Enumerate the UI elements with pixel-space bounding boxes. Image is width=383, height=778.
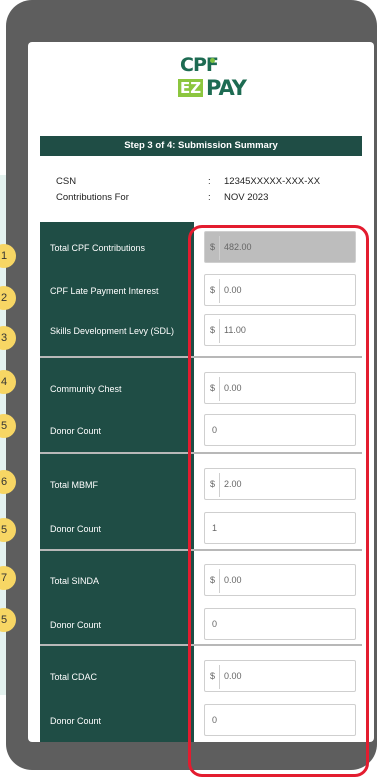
csn-colon: : (208, 176, 211, 187)
logo-dot-icon (210, 58, 215, 63)
logo-pay-text: PAY (206, 76, 247, 100)
contributions-for-label: Contributions For (56, 192, 129, 203)
cpf-ezpay-logo: CPF EZ PAY (174, 54, 247, 104)
cdac-label: Total CDAC (50, 672, 98, 682)
community-chest-label: Community Chest (50, 384, 122, 394)
input-highlight-outline (188, 225, 369, 777)
contributions-for-value: NOV 2023 (224, 192, 269, 203)
sinda-donor-count-label: Donor Count (50, 620, 102, 630)
mbmf-label: Total MBMF (50, 480, 99, 490)
sinda-label: Total SINDA (50, 576, 100, 586)
late-interest-label: CPF Late Payment Interest (50, 286, 159, 296)
csn-value: 12345XXXXX-XXX-XX (224, 176, 321, 187)
cc-donor-count-label: Donor Count (50, 426, 102, 436)
total-cpf-label: Total CPF Contributions (50, 243, 146, 253)
mbmf-donor-count-label: Donor Count (50, 524, 102, 534)
sdl-label: Skills Development Levy (SDL) (50, 326, 175, 336)
logo-ez-text: EZ (178, 79, 204, 97)
contributions-for-colon: : (208, 192, 211, 203)
csn-label: CSN (56, 176, 77, 187)
step-title: Step 3 of 4: Submission Summary (40, 136, 362, 156)
cdac-donor-count-label: Donor Count (50, 716, 102, 726)
